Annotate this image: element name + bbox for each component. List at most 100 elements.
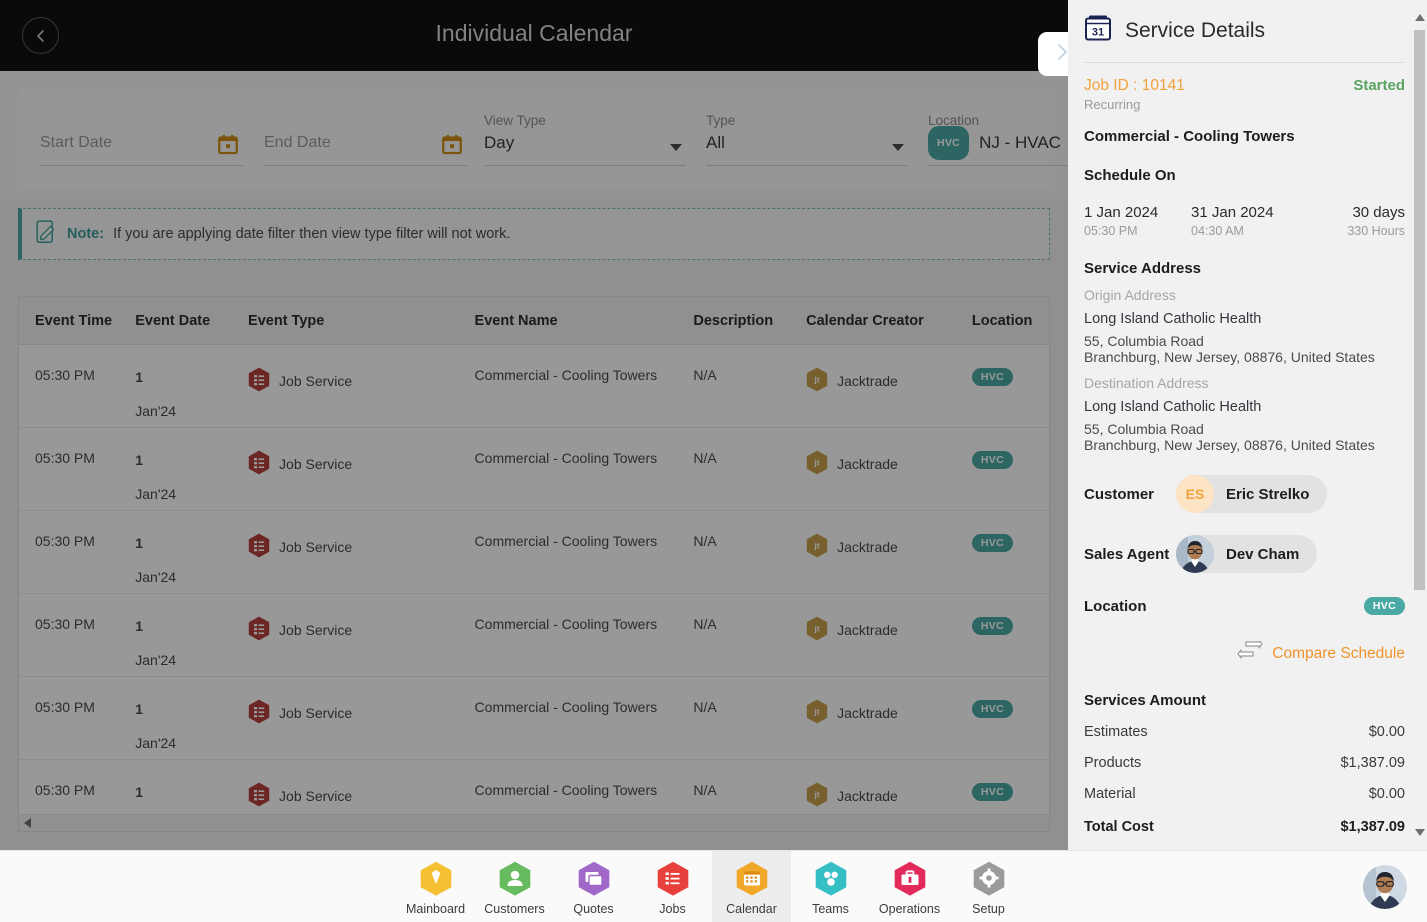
destination-address-line1: 55, Columbia Road — [1084, 421, 1204, 437]
cell-location: HVC — [971, 782, 1049, 801]
jacktrade-logo-icon: jt — [806, 782, 828, 810]
location-value: NJ - HVAC — [979, 133, 1061, 152]
field-underline — [484, 165, 686, 166]
service-details-drawer: 31 Service Details Job ID : 10141 Recurr… — [1068, 0, 1427, 850]
event-type-label: Job Service — [279, 373, 353, 389]
nav-item-calendar[interactable]: Calendar — [712, 851, 791, 922]
svg-text:31: 31 — [1092, 27, 1104, 39]
creator-label: Jacktrade — [837, 456, 898, 472]
cell-event-date: 1 Jan'24 — [135, 450, 248, 502]
location-row: Location HVC — [1084, 597, 1405, 615]
cell-event-type: Job Service — [248, 367, 475, 395]
nav-item-customers[interactable]: Customers — [475, 851, 554, 922]
scroll-left-icon[interactable] — [24, 818, 31, 828]
nav-item-quotes[interactable]: Quotes — [554, 851, 633, 922]
total-cost-label: Total Cost — [1084, 819, 1154, 835]
jacktrade-logo-icon: jt — [806, 616, 828, 644]
sales-agent-chip[interactable]: Dev Cham — [1176, 535, 1318, 573]
sales-agent-label: Sales Agent — [1084, 545, 1170, 563]
column-header-event-date: Event Date — [135, 312, 211, 329]
job-service-icon — [248, 699, 270, 727]
type-select[interactable]: Type All — [706, 112, 908, 166]
job-id: Job ID : 10141 — [1084, 77, 1185, 94]
column-header-description: Description — [693, 312, 774, 329]
compare-schedule-label: Compare Schedule — [1272, 644, 1405, 662]
creator-label: Jacktrade — [837, 705, 898, 721]
customer-chip[interactable]: ES Eric Strelko — [1176, 475, 1328, 513]
compare-schedule-button[interactable]: Compare Schedule — [1084, 639, 1405, 666]
table-row[interactable]: 05:30 PM 1 Jan'24 Job Service Commercial - C… — [19, 345, 1049, 428]
end-date-field[interactable]: End Date — [264, 112, 468, 166]
chevron-down-icon[interactable] — [892, 144, 904, 151]
services-amount-heading: Services Amount — [1084, 692, 1206, 709]
table-row[interactable]: 05:30 PM 1 Jan'24 Job Service Commercial - C… — [19, 677, 1049, 760]
scroll-up-icon[interactable] — [1415, 14, 1425, 21]
scroll-down-icon[interactable] — [1415, 829, 1425, 836]
job-service-icon — [248, 450, 270, 478]
svg-text:jt: jt — [814, 541, 820, 551]
nav-item-jobs[interactable]: Jobs — [633, 851, 712, 922]
note-label: Note: — [67, 226, 105, 242]
cell-description: N/A — [693, 450, 717, 466]
nav-item-setup[interactable]: Setup — [949, 851, 1028, 922]
amount-row: Material $0.00 — [1084, 786, 1405, 802]
event-type-label: Job Service — [279, 788, 353, 804]
column-header-event-time: Event Time — [35, 312, 113, 329]
service-address-heading: Service Address — [1084, 260, 1202, 277]
nav-item-teams[interactable]: Teams — [791, 851, 870, 922]
cell-calendar-creator: jt Jacktrade — [806, 367, 972, 395]
table-row[interactable]: 05:30 PM 1 Jan'24 Job Service Commercial - C… — [19, 594, 1049, 677]
mainboard-icon — [418, 858, 454, 898]
main-content-column: Individual Calendar Start Date End Date … — [0, 0, 1068, 850]
amount-value: $0.00 — [1368, 724, 1405, 740]
service-details-header: 31 Service Details — [1084, 14, 1405, 63]
cell-event-month: Jan'24 — [135, 486, 177, 502]
table-row[interactable]: 05:30 PM 1 Jan'24 Job Service Commercial - C… — [19, 428, 1049, 511]
table-row[interactable]: 05:30 PM 1 Jan'24 Job Service Commercial - C… — [19, 511, 1049, 594]
sales-agent-name: Dev Cham — [1226, 545, 1300, 563]
avatar — [1176, 535, 1214, 573]
cell-event-name: Commercial - Cooling Towers — [474, 616, 658, 632]
calendar-icon[interactable] — [218, 134, 238, 160]
cell-location: HVC — [971, 533, 1049, 552]
chevron-right-icon — [1056, 43, 1069, 66]
nav-item-mainboard[interactable]: Mainboard — [396, 851, 475, 922]
nav-item-label: Mainboard — [405, 902, 466, 916]
chevron-down-icon[interactable] — [670, 144, 682, 151]
scrollbar-thumb[interactable] — [1414, 30, 1425, 590]
customer-name: Eric Strelko — [1226, 485, 1310, 503]
nav-item-label: Calendar — [726, 902, 777, 916]
event-type-label: Job Service — [279, 539, 353, 555]
amount-list: Estimates $0.00 Products $1,387.09 Material $… — [1084, 724, 1405, 802]
nav-item-operations[interactable]: Operations — [870, 851, 949, 922]
location-badge: HVC — [971, 783, 1013, 801]
amount-label: Material — [1084, 786, 1136, 802]
destination-address-name: Long Island Catholic Health — [1084, 399, 1262, 415]
sales-agent-row: Sales Agent Dev Cham — [1084, 535, 1405, 573]
operations-icon — [892, 858, 928, 898]
amount-row: Products $1,387.09 — [1084, 755, 1405, 771]
cell-location: HVC — [971, 450, 1049, 469]
cell-calendar-creator: jt Jacktrade — [806, 782, 972, 810]
location-select[interactable]: Location HVC NJ - HVAC — [928, 112, 1068, 166]
start-date-field[interactable]: Start Date — [40, 112, 244, 166]
cell-event-name: Commercial - Cooling Towers — [474, 782, 658, 798]
cell-event-date: 1 Jan'24 — [135, 699, 248, 751]
cell-event-day: 1 — [135, 535, 144, 551]
job-service-icon — [248, 533, 270, 561]
user-avatar[interactable] — [1363, 865, 1407, 909]
table-horizontal-scrollbar[interactable] — [19, 814, 1049, 831]
cell-event-day: 1 — [135, 701, 144, 717]
type-value: All — [706, 133, 725, 152]
cell-event-date: 1 Jan'24 — [135, 367, 248, 419]
view-type-select[interactable]: View Type Day — [484, 112, 686, 166]
event-type-label: Job Service — [279, 705, 353, 721]
jacktrade-logo-icon: jt — [806, 699, 828, 727]
calendar-icon[interactable] — [442, 134, 462, 160]
drawer-vertical-scrollbar[interactable] — [1412, 0, 1427, 850]
origin-address-label: Origin Address — [1084, 287, 1176, 303]
cell-event-date: 1 Jan'24 — [135, 616, 248, 668]
destination-address-label: Destination Address — [1084, 375, 1209, 391]
destination-address-line2: Branchburg, New Jersey, 08876, United St… — [1084, 437, 1375, 453]
calendar-31-icon: 31 — [1084, 14, 1112, 48]
